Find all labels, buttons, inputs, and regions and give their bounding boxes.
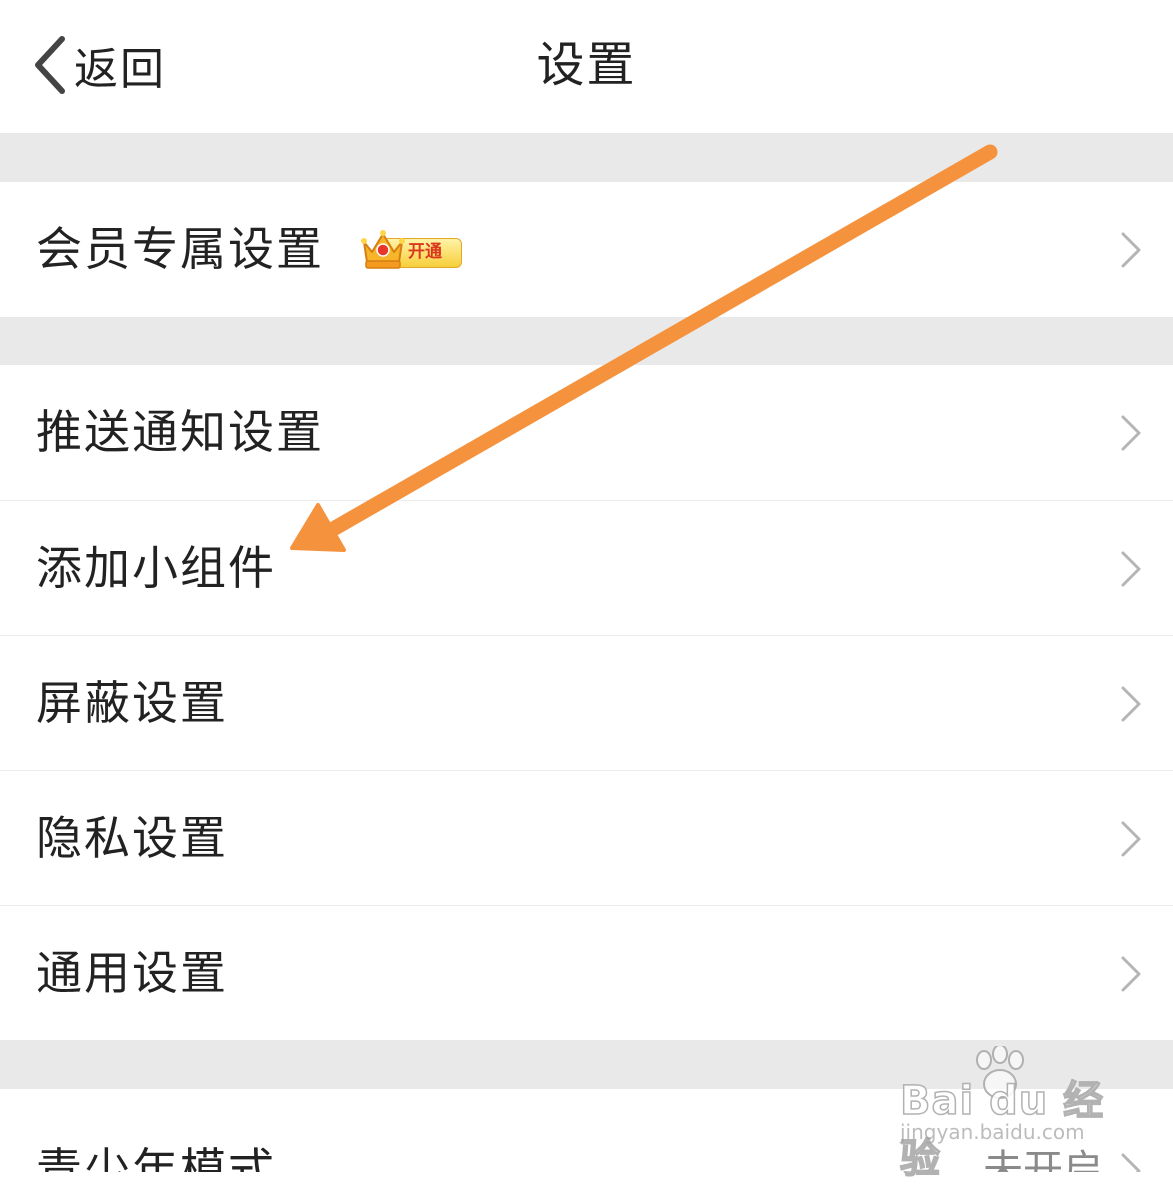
settings-item-label: 添加小组件 [36, 541, 276, 595]
vip-open-badge[interactable]: 开通 [358, 224, 462, 274]
settings-item-teen-mode[interactable]: 青少年模式 未开启 [0, 1089, 1173, 1172]
chevron-right-icon [1121, 821, 1141, 857]
chevron-right-icon [1121, 1153, 1141, 1172]
teen-mode-status: 未开启 [983, 1147, 1103, 1172]
crown-icon [361, 230, 405, 269]
settings-item-push[interactable]: 推送通知设置 [0, 365, 1173, 500]
settings-item-label: 推送通知设置 [36, 405, 324, 459]
chevron-right-icon [1121, 956, 1141, 992]
settings-item-vip[interactable]: 会员专属设置 [0, 182, 1173, 317]
settings-item-label: 通用设置 [36, 946, 228, 1000]
settings-item-label: 隐私设置 [36, 811, 228, 865]
settings-item-label: 青少年模式 [36, 1143, 276, 1172]
settings-item-general[interactable]: 通用设置 [0, 906, 1173, 1041]
chevron-right-icon [1121, 232, 1141, 268]
settings-item-block[interactable]: 屏蔽设置 [0, 636, 1173, 771]
settings-item-privacy[interactable]: 隐私设置 [0, 771, 1173, 906]
section-gap [0, 317, 1173, 365]
page-title: 设置 [536, 37, 637, 93]
badge-label: 开通 [408, 242, 442, 262]
nav-bar: 返回 设置 [0, 0, 1173, 133]
chevron-right-icon [1121, 551, 1141, 587]
settings-item-label: 屏蔽设置 [36, 676, 228, 730]
section-gap [0, 1040, 1173, 1089]
section-gap [0, 133, 1173, 182]
chevron-right-icon [1121, 686, 1141, 722]
chevron-right-icon [1121, 415, 1141, 451]
settings-item-widget[interactable]: 添加小组件 [0, 501, 1173, 636]
settings-item-label: 会员专属设置 [36, 222, 324, 276]
